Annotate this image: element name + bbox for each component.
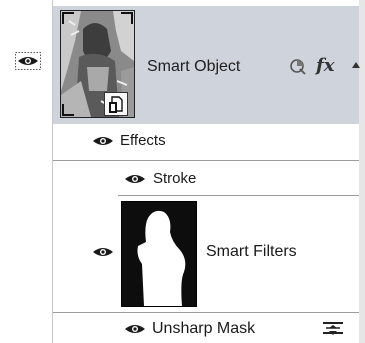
fx-icon[interactable]: fx bbox=[316, 55, 334, 76]
layer-name[interactable]: Smart Object bbox=[147, 58, 240, 76]
divider bbox=[118, 195, 359, 196]
eye-icon[interactable] bbox=[124, 322, 146, 336]
eye-icon[interactable] bbox=[92, 245, 114, 259]
filter-unsharp-mask[interactable]: Unsharp Mask bbox=[152, 320, 255, 338]
scrollbar[interactable] bbox=[359, 0, 365, 343]
divider bbox=[53, 312, 359, 313]
smart-filter-icon bbox=[289, 58, 307, 81]
smart-filters-label[interactable]: Smart Filters bbox=[206, 243, 297, 261]
smart-object-badge-icon bbox=[104, 92, 128, 116]
filter-mask-thumbnail[interactable] bbox=[121, 201, 197, 307]
effects-label[interactable]: Effects bbox=[120, 132, 166, 149]
eye-icon[interactable] bbox=[15, 52, 41, 70]
triangle-up-icon[interactable] bbox=[352, 62, 360, 68]
filter-blending-options-icon[interactable] bbox=[322, 320, 344, 341]
eye-icon[interactable] bbox=[92, 134, 114, 148]
layers-panel: Smart Object fx Effects Stroke Smart Fil… bbox=[0, 0, 365, 343]
divider bbox=[53, 160, 359, 161]
eye-icon[interactable] bbox=[124, 172, 146, 186]
effect-stroke[interactable]: Stroke bbox=[153, 170, 196, 187]
